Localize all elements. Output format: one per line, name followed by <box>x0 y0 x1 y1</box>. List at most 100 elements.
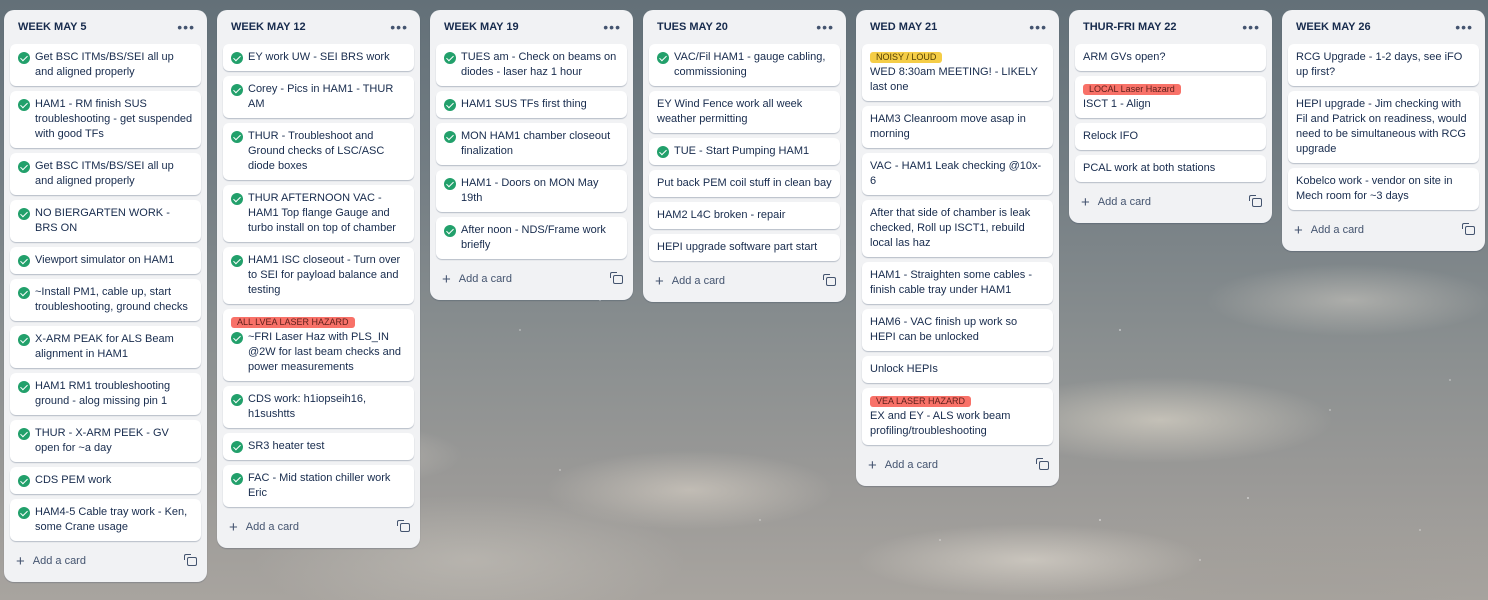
card[interactable]: CDS work: h1iopseih16, h1sushtts <box>223 386 414 428</box>
card[interactable]: THUR - Troubleshoot and Ground checks of… <box>223 123 414 180</box>
card[interactable]: EY work UW - SEI BRS work <box>223 44 414 71</box>
card[interactable]: ALL LVEA LASER HAZARD ~FRI Laser Haz with… <box>223 309 414 381</box>
card[interactable]: HAM1 RM1 troubleshooting ground - alog m… <box>10 373 201 415</box>
list-header[interactable]: WEEK MAY 12 ••• <box>223 10 414 44</box>
list-title[interactable]: WEEK MAY 26 <box>1296 21 1371 33</box>
card[interactable]: Get BSC ITMs/BS/SEI all up and aligned p… <box>10 153 201 195</box>
list-column[interactable]: WED MAY 21 ••• NOISY / LOUD WED 8:30am MEET… <box>856 10 1059 486</box>
card[interactable]: VAC - HAM1 Leak checking @10x-6 <box>862 153 1053 195</box>
card-template-icon[interactable] <box>184 553 197 566</box>
check-circle-icon[interactable] <box>657 145 669 158</box>
card[interactable]: HAM6 - VAC finish up work so HEPI can be… <box>862 309 1053 351</box>
card[interactable]: HAM1 - Doors on MON May 19th <box>436 170 627 212</box>
check-circle-icon[interactable] <box>231 83 243 96</box>
check-circle-icon[interactable] <box>231 51 243 64</box>
card[interactable]: Unlock HEPIs <box>862 356 1053 383</box>
add-card-button[interactable]: + Add a card <box>442 272 512 287</box>
card[interactable]: Viewport simulator on HAM1 <box>10 247 201 274</box>
check-circle-icon[interactable] <box>444 177 456 190</box>
card[interactable]: THUR AFTERNOON VAC - HAM1 Top flange Gau… <box>223 185 414 242</box>
card[interactable]: Get BSC ITMs/BS/SEI all up and aligned p… <box>10 44 201 86</box>
check-circle-icon[interactable] <box>231 192 243 205</box>
list-header[interactable]: WEEK MAY 5 ••• <box>10 10 201 44</box>
add-card-button[interactable]: + Add a card <box>1081 195 1151 210</box>
card[interactable]: After that side of chamber is leak check… <box>862 200 1053 257</box>
check-circle-icon[interactable] <box>18 160 30 173</box>
check-circle-icon[interactable] <box>18 254 30 267</box>
list-column[interactable]: WEEK MAY 12 ••• EY work UW - SEI BRS work C… <box>217 10 420 548</box>
card[interactable]: SR3 heater test <box>223 433 414 460</box>
card[interactable]: LOCAL Laser Hazard ISCT 1 - Align <box>1075 76 1266 118</box>
check-circle-icon[interactable] <box>657 51 669 64</box>
check-circle-icon[interactable] <box>444 224 456 237</box>
list-header[interactable]: TUES MAY 20 ••• <box>649 10 840 44</box>
card[interactable]: HAM1 - RM finish SUS troubleshooting - g… <box>10 91 201 148</box>
list-column[interactable]: TUES MAY 20 ••• VAC/Fil HAM1 - gauge cabli… <box>643 10 846 302</box>
list-title[interactable]: WEEK MAY 12 <box>231 21 306 33</box>
card[interactable]: FAC - Mid station chiller work Eric <box>223 465 414 507</box>
check-circle-icon[interactable] <box>231 331 243 344</box>
more-horizontal-icon[interactable]: ••• <box>390 20 408 34</box>
list-header[interactable]: WED MAY 21 ••• <box>862 10 1053 44</box>
list-header[interactable]: THUR-FRI MAY 22 ••• <box>1075 10 1266 44</box>
card-template-icon[interactable] <box>1462 222 1475 235</box>
check-circle-icon[interactable] <box>231 393 243 406</box>
list-column[interactable]: WEEK MAY 26 ••• RCG Upgrade - 1-2 days, se… <box>1282 10 1485 251</box>
card-label-badge[interactable]: NOISY / LOUD <box>870 52 943 63</box>
card-label-badge[interactable]: ALL LVEA LASER HAZARD <box>231 317 355 328</box>
card[interactable]: VAC/Fil HAM1 - gauge cabling, commission… <box>649 44 840 86</box>
card[interactable]: After noon - NDS/Frame work briefly <box>436 217 627 259</box>
check-circle-icon[interactable] <box>18 286 30 299</box>
check-circle-icon[interactable] <box>231 254 243 267</box>
more-horizontal-icon[interactable]: ••• <box>1029 20 1047 34</box>
card[interactable]: HEPI upgrade - Jim checking with Fil and… <box>1288 91 1479 163</box>
card[interactable]: ~Install PM1, cable up, start troublesho… <box>10 279 201 321</box>
card[interactable]: CDS PEM work <box>10 467 201 494</box>
card[interactable]: HAM1 - Straighten some cables - finish c… <box>862 262 1053 304</box>
list-title[interactable]: TUES MAY 20 <box>657 21 728 33</box>
check-circle-icon[interactable] <box>18 333 30 346</box>
check-circle-icon[interactable] <box>231 440 243 453</box>
card-template-icon[interactable] <box>397 519 410 532</box>
card[interactable]: THUR - X-ARM PEEK - GV open for ~a day <box>10 420 201 462</box>
list-title[interactable]: WEEK MAY 19 <box>444 21 519 33</box>
card[interactable]: NO BIERGARTEN WORK - BRS ON <box>10 200 201 242</box>
card[interactable]: VEA LASER HAZARD EX and EY - ALS work bea… <box>862 388 1053 445</box>
card[interactable]: Corey - Pics in HAM1 - THUR AM <box>223 76 414 118</box>
list-title[interactable]: THUR-FRI MAY 22 <box>1083 21 1177 33</box>
card[interactable]: HAM1 SUS TFs first thing <box>436 91 627 118</box>
add-card-button[interactable]: + Add a card <box>868 458 938 473</box>
list-title[interactable]: WED MAY 21 <box>870 21 937 33</box>
check-circle-icon[interactable] <box>444 98 456 111</box>
check-circle-icon[interactable] <box>444 130 456 143</box>
add-card-button[interactable]: + Add a card <box>16 554 86 569</box>
card-template-icon[interactable] <box>1036 457 1049 470</box>
check-circle-icon[interactable] <box>18 207 30 220</box>
more-horizontal-icon[interactable]: ••• <box>1242 20 1260 34</box>
card[interactable]: Relock IFO <box>1075 123 1266 150</box>
card[interactable]: RCG Upgrade - 1-2 days, see iFO up first… <box>1288 44 1479 86</box>
more-horizontal-icon[interactable]: ••• <box>816 20 834 34</box>
card[interactable]: ARM GVs open? <box>1075 44 1266 71</box>
list-column[interactable]: WEEK MAY 19 ••• TUES am - Check on beams o… <box>430 10 633 300</box>
check-circle-icon[interactable] <box>231 130 243 143</box>
more-horizontal-icon[interactable]: ••• <box>177 20 195 34</box>
check-circle-icon[interactable] <box>18 380 30 393</box>
card[interactable]: MON HAM1 chamber closeout finalization <box>436 123 627 165</box>
card[interactable]: X-ARM PEAK for ALS Beam alignment in HAM… <box>10 326 201 368</box>
check-circle-icon[interactable] <box>18 51 30 64</box>
list-column[interactable]: WEEK MAY 5 ••• Get BSC ITMs/BS/SEI all up … <box>4 10 207 582</box>
card[interactable]: Kobelco work - vendor on site in Mech ro… <box>1288 168 1479 210</box>
more-horizontal-icon[interactable]: ••• <box>603 20 621 34</box>
card[interactable]: TUE - Start Pumping HAM1 <box>649 138 840 165</box>
check-circle-icon[interactable] <box>444 51 456 64</box>
check-circle-icon[interactable] <box>18 427 30 440</box>
card[interactable]: HAM1 ISC closeout - Turn over to SEI for… <box>223 247 414 304</box>
check-circle-icon[interactable] <box>18 98 30 111</box>
card[interactable]: NOISY / LOUD WED 8:30am MEETING! - LIKELY… <box>862 44 1053 101</box>
list-header[interactable]: WEEK MAY 26 ••• <box>1288 10 1479 44</box>
list-header[interactable]: WEEK MAY 19 ••• <box>436 10 627 44</box>
card-template-icon[interactable] <box>823 273 836 286</box>
card[interactable]: HAM3 Cleanroom move asap in morning <box>862 106 1053 148</box>
card[interactable]: HAM4-5 Cable tray work - Ken, some Crane… <box>10 499 201 541</box>
